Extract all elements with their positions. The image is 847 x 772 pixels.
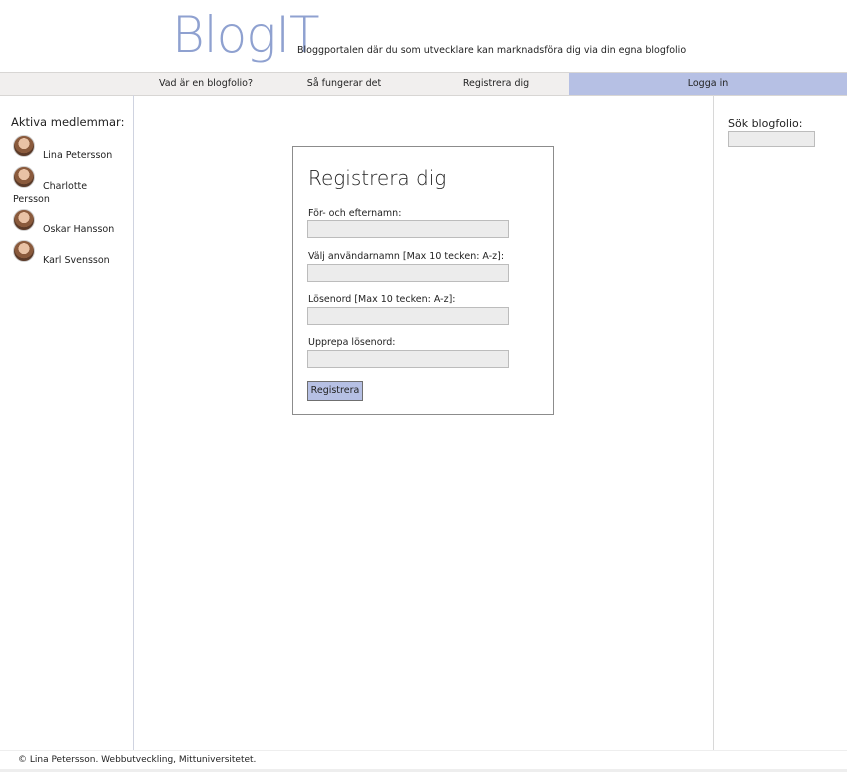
nav-item-login[interactable]: Logga in	[569, 73, 847, 95]
password-input[interactable]	[307, 307, 509, 325]
member-item[interactable]: Charlotte Persson	[13, 166, 123, 206]
main-nav: Vad är en blogfolio? Så fungerar det Reg…	[0, 72, 847, 96]
members-heading: Aktiva medlemmar:	[11, 115, 125, 129]
repeat-password-input[interactable]	[307, 350, 509, 368]
username-input[interactable]	[307, 264, 509, 282]
member-name: Karl Svensson	[43, 255, 110, 266]
register-button[interactable]: Registrera	[307, 381, 363, 401]
register-form: Registrera dig För- och efternamn: Välj …	[292, 146, 554, 415]
fullname-label: För- och efternamn:	[308, 208, 402, 219]
fullname-input[interactable]	[307, 220, 509, 238]
footer-text: © Lina Petersson. Webbutveckling, Mittun…	[18, 755, 257, 765]
repeat-password-label: Upprepa lösenord:	[308, 337, 396, 348]
search-input[interactable]	[728, 131, 815, 147]
avatar	[13, 209, 35, 231]
nav-item-how-it-works[interactable]: Så fungerar det	[282, 73, 406, 95]
member-item[interactable]: Karl Svensson	[13, 240, 123, 270]
footer: © Lina Petersson. Webbutveckling, Mittun…	[0, 750, 847, 772]
member-name: Charlotte Persson	[13, 181, 88, 205]
search-label: Sök blogfolio:	[728, 117, 803, 130]
right-sidebar: Sök blogfolio:	[713, 95, 847, 750]
avatar	[13, 135, 35, 157]
avatar	[13, 240, 35, 262]
site-tagline: Bloggportalen där du som utvecklare kan …	[297, 45, 687, 56]
password-label: Lösenord [Max 10 tecken: A-z]:	[308, 294, 456, 305]
nav-item-register[interactable]: Registrera dig	[436, 73, 556, 95]
member-name: Lina Petersson	[43, 150, 113, 161]
member-item[interactable]: Oskar Hansson	[13, 209, 123, 239]
username-label: Välj användarnamn [Max 10 tecken: A-z]:	[308, 251, 505, 262]
member-name: Oskar Hansson	[43, 224, 115, 235]
left-sidebar: Aktiva medlemmar: Lina Petersson Charlot…	[0, 95, 134, 750]
member-item[interactable]: Lina Petersson	[13, 135, 123, 165]
nav-item-what-is-blogfolio[interactable]: Vad är en blogfolio?	[143, 73, 269, 95]
form-title: Registrera dig	[308, 166, 447, 190]
